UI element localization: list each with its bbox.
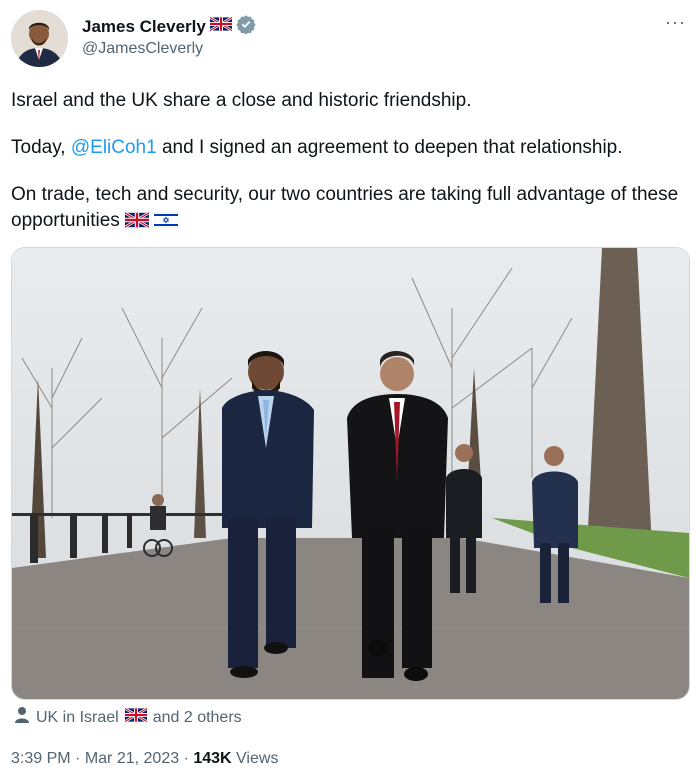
tweet-line-2: Today, @EliCoh1 and I signed an agreemen… [11, 135, 691, 161]
photo-image [12, 248, 689, 699]
tagged-people[interactable]: UK in Israel and 2 others [14, 706, 242, 729]
tweet-text: Israel and the UK share a close and hist… [11, 88, 691, 255]
mention-link[interactable]: @EliCoh1 [71, 137, 157, 158]
tweet-line-2-prefix: Today, [11, 137, 71, 158]
uk-flag-icon [124, 210, 154, 231]
verified-badge-icon [236, 14, 256, 39]
avatar[interactable] [11, 10, 68, 67]
tagged-suffix[interactable]: and 2 others [153, 709, 242, 727]
tweet-line-1: Israel and the UK share a close and hist… [11, 90, 472, 111]
tagged-prefix[interactable]: UK in Israel [36, 709, 119, 727]
views-label: Views [236, 750, 279, 767]
tweet: James Cleverly @JamesCleverly ··· Israel… [0, 0, 696, 779]
tweet-line-3: On trade, tech and security, our two cou… [11, 182, 691, 234]
meta-separator: · [183, 750, 194, 767]
tweet-date[interactable]: Mar 21, 2023 [85, 750, 179, 767]
person-icon [14, 706, 30, 729]
more-options-icon[interactable]: ··· [665, 12, 686, 33]
views-count: 143K [193, 750, 232, 767]
tweet-photo[interactable] [11, 247, 690, 700]
uk-flag-icon [209, 16, 233, 36]
tweet-line-2-suffix: and I signed an agreement to deepen that… [156, 137, 623, 158]
israel-flag-icon [154, 210, 179, 231]
author-handle[interactable]: @JamesCleverly [82, 40, 203, 58]
meta-separator: · [75, 750, 85, 767]
tweet-line-3-text: On trade, tech and security, our two cou… [11, 184, 679, 231]
author-name[interactable]: James Cleverly [82, 17, 206, 37]
tweet-time[interactable]: 3:39 PM [11, 750, 71, 767]
author-name-row[interactable]: James Cleverly [82, 14, 256, 39]
tweet-meta: 3:39 PM · Mar 21, 2023 · 143K Views [11, 750, 278, 768]
avatar-image [11, 10, 68, 67]
uk-flag-icon [124, 707, 148, 727]
